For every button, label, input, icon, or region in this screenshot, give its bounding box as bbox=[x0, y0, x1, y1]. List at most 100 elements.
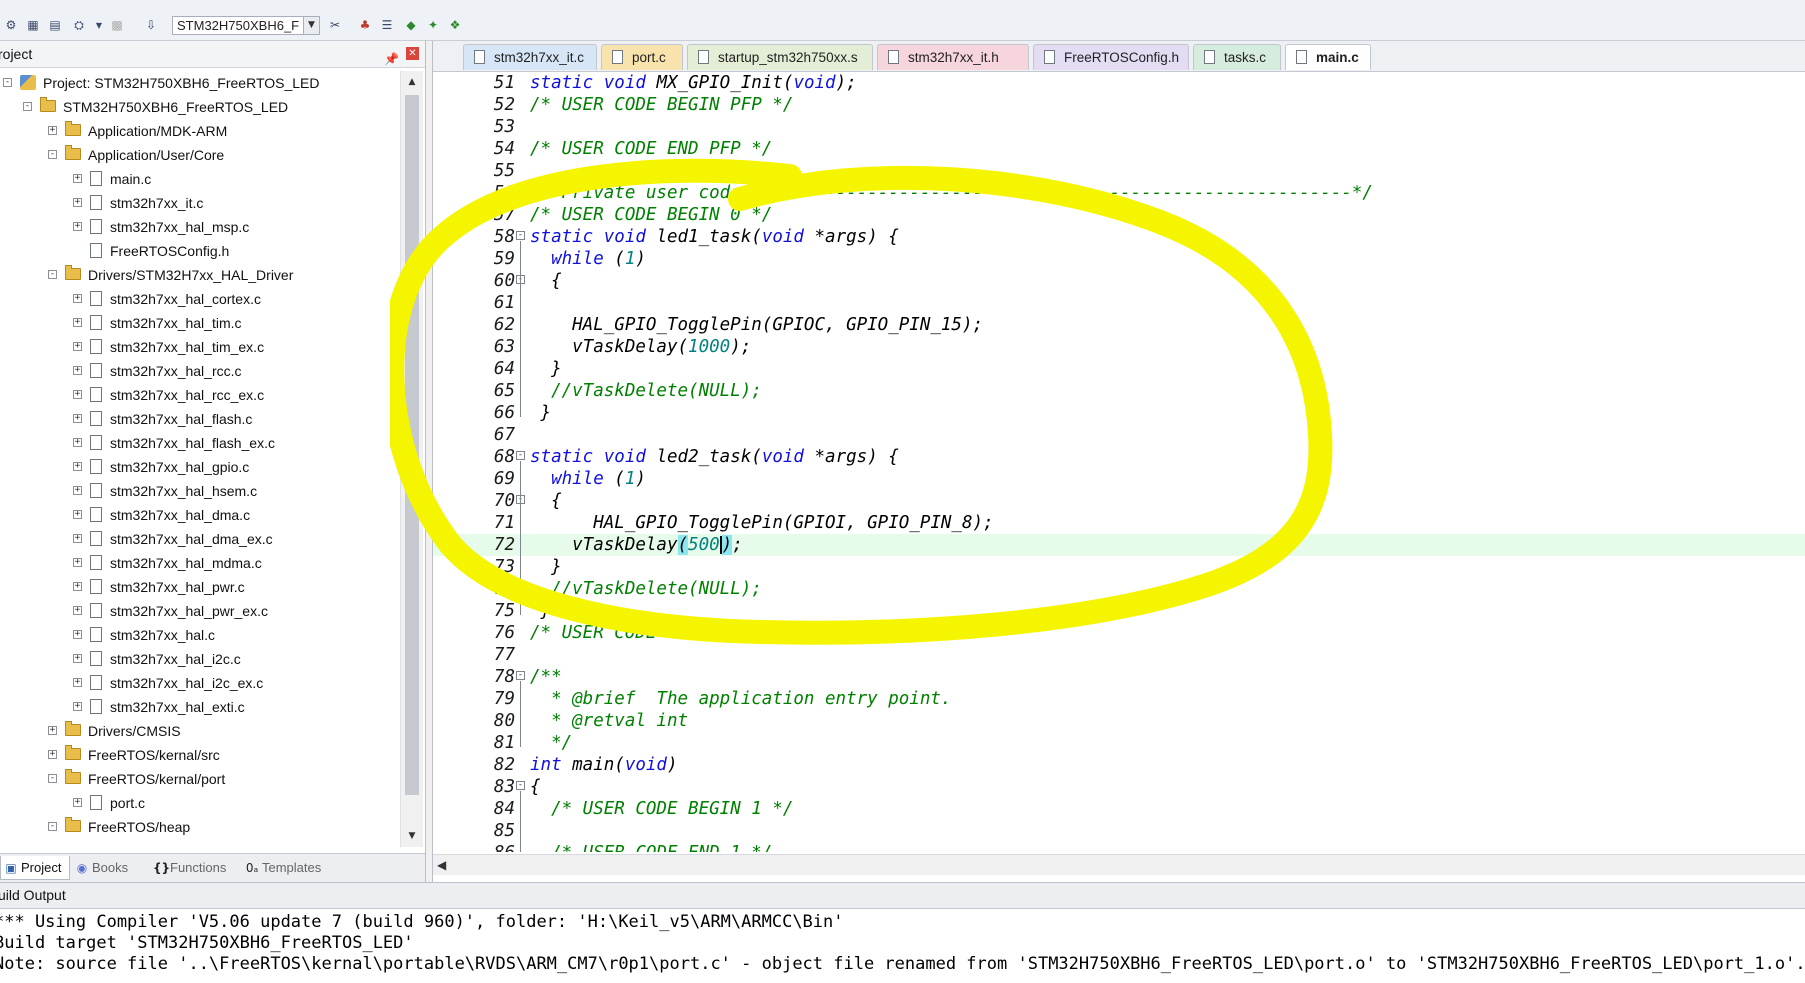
build-icon[interactable]: ▦ bbox=[24, 16, 42, 34]
editor-horizontal-scrollbar[interactable]: ◀ bbox=[433, 854, 1805, 875]
code-line[interactable]: 80 * @retval int bbox=[433, 710, 1805, 732]
scrollbar-thumb[interactable] bbox=[405, 95, 419, 795]
expand-icon[interactable]: + bbox=[73, 558, 82, 567]
code-line[interactable]: 77 bbox=[433, 644, 1805, 666]
expand-icon[interactable]: + bbox=[73, 606, 82, 615]
expand-icon[interactable]: + bbox=[73, 438, 82, 447]
manage-components-icon[interactable]: ♣ bbox=[356, 16, 374, 34]
code-line[interactable]: 76 /* USER CODE END 0 */ bbox=[433, 622, 1805, 644]
editor-tab[interactable]: tasks.c bbox=[1193, 44, 1281, 70]
editor-tab[interactable]: FreeRTOSConfig.h bbox=[1033, 44, 1189, 70]
tree-scrollbar[interactable]: ▲ ▼ bbox=[400, 71, 423, 847]
code-line[interactable]: 60- { bbox=[433, 270, 1805, 292]
expand-icon[interactable]: + bbox=[73, 462, 82, 471]
editor-tab[interactable]: port.c bbox=[601, 44, 683, 70]
download-icon[interactable]: ⇩ bbox=[142, 16, 160, 34]
code-line[interactable]: 66 } bbox=[433, 402, 1805, 424]
expand-icon[interactable]: + bbox=[73, 510, 82, 519]
code-line[interactable]: 63 vTaskDelay(1000); bbox=[433, 336, 1805, 358]
collapse-icon[interactable]: - bbox=[48, 270, 57, 279]
expand-icon[interactable]: + bbox=[48, 726, 57, 735]
editor-tab[interactable]: stm32h7xx_it.h bbox=[877, 44, 1029, 70]
pin-icon[interactable]: 📌 bbox=[384, 46, 399, 72]
rebuild-icon[interactable]: ▤ bbox=[46, 16, 64, 34]
code-line[interactable]: 55 bbox=[433, 160, 1805, 182]
expand-icon[interactable]: + bbox=[73, 318, 82, 327]
expand-icon[interactable]: + bbox=[73, 534, 82, 543]
fold-toggle-icon[interactable]: - bbox=[516, 671, 525, 680]
code-line[interactable]: 84 /* USER CODE BEGIN 1 */ bbox=[433, 798, 1805, 820]
collapse-icon[interactable]: - bbox=[48, 774, 57, 783]
code-line[interactable]: 68- static void led2_task(void *args) { bbox=[433, 446, 1805, 468]
batch-build-icon[interactable]: ⛭ bbox=[70, 16, 88, 34]
code-line[interactable]: 51 static void MX_GPIO_Init(void); bbox=[433, 72, 1805, 94]
code-line[interactable]: 85 bbox=[433, 820, 1805, 842]
fold-toggle-icon[interactable]: - bbox=[516, 781, 525, 790]
code-line[interactable]: 72 vTaskDelay(500); bbox=[433, 534, 1805, 556]
code-line[interactable]: 83-{ bbox=[433, 776, 1805, 798]
chevron-down-icon[interactable]: ▼ bbox=[303, 17, 319, 34]
expand-icon[interactable]: + bbox=[73, 366, 82, 375]
event-recorder-icon[interactable]: ❖ bbox=[446, 16, 464, 34]
code-line[interactable]: 65 //vTaskDelete(NULL); bbox=[433, 380, 1805, 402]
expand-icon[interactable]: + bbox=[73, 630, 82, 639]
code-line[interactable]: 61 bbox=[433, 292, 1805, 314]
tab-books[interactable]: ◉ Books bbox=[72, 856, 148, 880]
code-line[interactable]: 52 /* USER CODE BEGIN PFP */ bbox=[433, 94, 1805, 116]
editor-tab[interactable]: stm32h7xx_it.c bbox=[463, 44, 597, 70]
code-line[interactable]: 86 /* USER CODE END 1 */ bbox=[433, 842, 1805, 852]
fold-toggle-icon[interactable]: - bbox=[516, 231, 525, 240]
code-line[interactable]: 54 /* USER CODE END PFP */ bbox=[433, 138, 1805, 160]
editor-tab[interactable]: main.c bbox=[1285, 44, 1371, 70]
target-select[interactable]: STM32H750XBH6_F ▼ bbox=[172, 16, 320, 35]
code-area[interactable]: 51 static void MX_GPIO_Init(void); 52 /* US… bbox=[433, 72, 1805, 852]
expand-icon[interactable]: + bbox=[73, 414, 82, 423]
code-line[interactable]: 53 bbox=[433, 116, 1805, 138]
file-extensions-icon[interactable]: ☰ bbox=[378, 16, 396, 34]
translate-icon[interactable]: ⚙ bbox=[2, 16, 20, 34]
tab-templates[interactable]: 0ₐ Templates bbox=[242, 856, 338, 880]
expand-icon[interactable]: + bbox=[73, 174, 82, 183]
code-line[interactable]: 81 */ bbox=[433, 732, 1805, 754]
collapse-icon[interactable]: - bbox=[3, 78, 12, 87]
expand-icon[interactable]: + bbox=[48, 750, 57, 759]
scroll-up-icon[interactable]: ▲ bbox=[403, 73, 421, 91]
code-line[interactable]: 70- { bbox=[433, 490, 1805, 512]
editor-tab[interactable]: startup_stm32h750xx.s bbox=[687, 44, 873, 70]
expand-icon[interactable]: + bbox=[73, 486, 82, 495]
code-line[interactable]: 69 while (1) bbox=[433, 468, 1805, 490]
code-line[interactable]: 58- static void led1_task(void *args) { bbox=[433, 226, 1805, 248]
code-line[interactable]: 78-/** bbox=[433, 666, 1805, 688]
code-line[interactable]: 73 } bbox=[433, 556, 1805, 578]
code-line[interactable]: 57 /* USER CODE BEGIN 0 */ bbox=[433, 204, 1805, 226]
expand-icon[interactable]: + bbox=[73, 654, 82, 663]
expand-icon[interactable]: + bbox=[73, 222, 82, 231]
code-line[interactable]: 59 while (1) bbox=[433, 248, 1805, 270]
collapse-icon[interactable]: - bbox=[23, 102, 32, 111]
scroll-down-icon[interactable]: ▼ bbox=[403, 827, 421, 845]
target-options-icon[interactable]: ✂ bbox=[326, 16, 344, 34]
code-line[interactable]: 56 /* Private user code -----------------… bbox=[433, 182, 1805, 204]
collapse-icon[interactable]: - bbox=[48, 822, 57, 831]
code-line[interactable]: 62 HAL_GPIO_TogglePin(GPIOC, GPIO_PIN_15… bbox=[433, 314, 1805, 336]
scroll-left-icon[interactable]: ◀ bbox=[437, 855, 446, 875]
expand-icon[interactable]: + bbox=[73, 582, 82, 591]
fold-toggle-icon[interactable]: - bbox=[516, 451, 525, 460]
code-line[interactable]: 67 bbox=[433, 424, 1805, 446]
code-line[interactable]: 74 //vTaskDelete(NULL); bbox=[433, 578, 1805, 600]
expand-icon[interactable]: + bbox=[73, 678, 82, 687]
code-line[interactable]: 75 } bbox=[433, 600, 1805, 622]
expand-icon[interactable]: + bbox=[73, 342, 82, 351]
collapse-icon[interactable]: - bbox=[48, 150, 57, 159]
stop-build-icon[interactable]: ▩ bbox=[108, 16, 126, 34]
dropdown-arrow-icon[interactable]: ▼ bbox=[90, 16, 108, 34]
expand-icon[interactable]: + bbox=[73, 198, 82, 207]
expand-icon[interactable]: + bbox=[73, 798, 82, 807]
tab-functions[interactable]: {} Functions bbox=[150, 856, 240, 880]
code-line[interactable]: 82 int main(void) bbox=[433, 754, 1805, 776]
expand-icon[interactable]: + bbox=[48, 126, 57, 135]
code-line[interactable]: 71 HAL_GPIO_TogglePin(GPIOI, GPIO_PIN_8)… bbox=[433, 512, 1805, 534]
pack-installer-icon[interactable]: ✦ bbox=[424, 16, 442, 34]
expand-icon[interactable]: + bbox=[73, 294, 82, 303]
run-icon[interactable]: ◆ bbox=[402, 16, 420, 34]
